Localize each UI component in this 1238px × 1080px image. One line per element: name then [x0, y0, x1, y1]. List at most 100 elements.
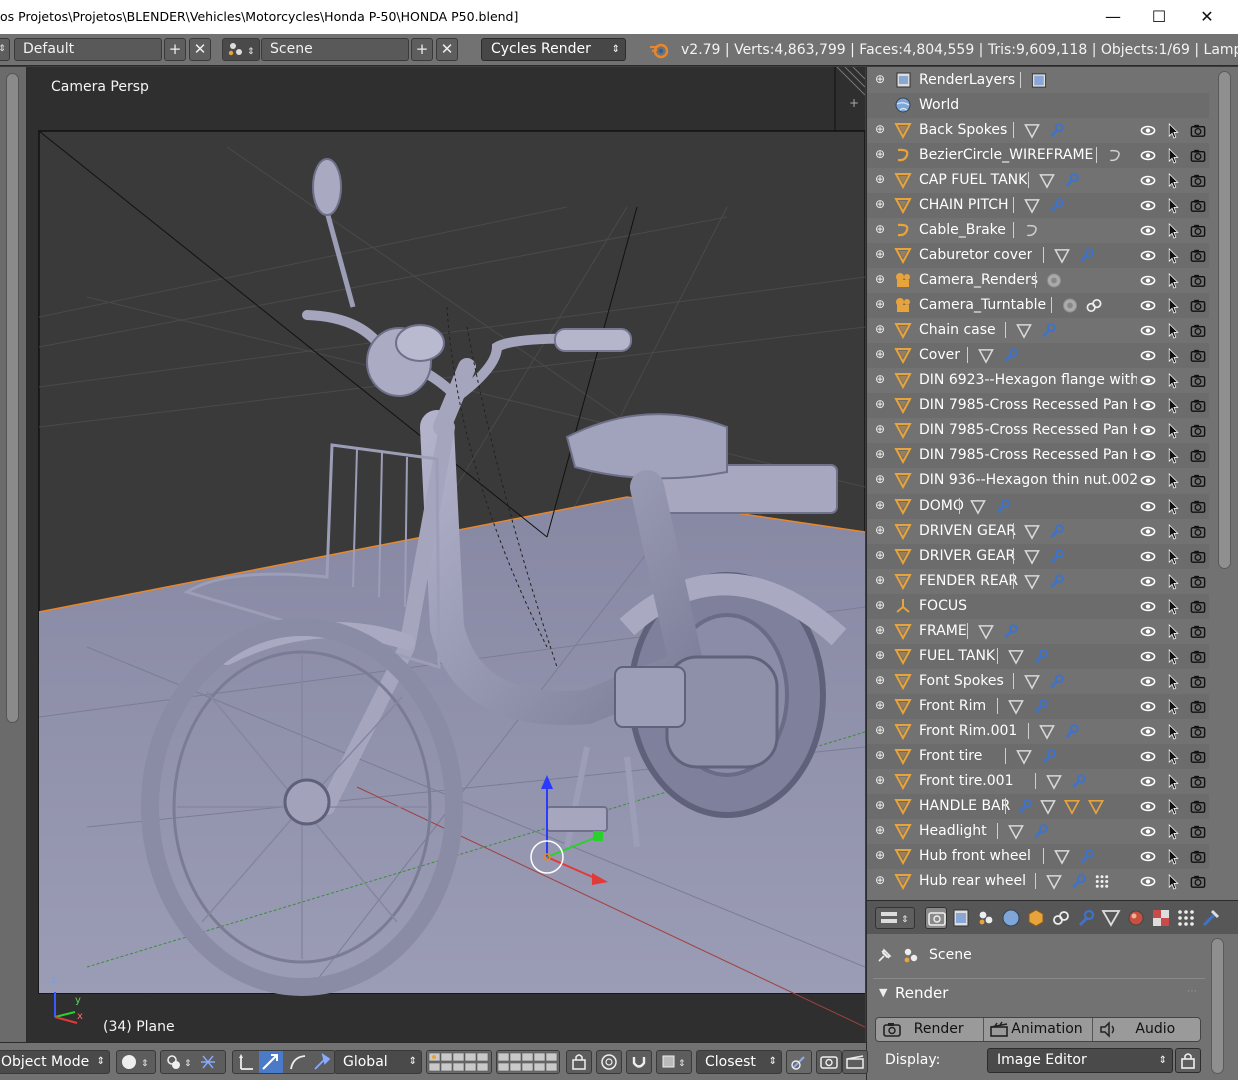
outliner-object-name[interactable]: DOMO: [919, 498, 964, 514]
audio-button[interactable]: Audio: [1092, 1018, 1200, 1041]
renderability-camera-icon[interactable]: [1189, 422, 1207, 439]
renderability-camera-icon[interactable]: [1189, 222, 1207, 239]
visibility-eye-icon[interactable]: [1139, 548, 1157, 565]
renderability-camera-icon[interactable]: [1189, 848, 1207, 865]
renderability-camera-icon[interactable]: [1189, 372, 1207, 389]
expand-toggle-icon[interactable]: ⊕: [875, 123, 887, 135]
scene-field[interactable]: Scene: [261, 38, 409, 61]
outliner-object-name[interactable]: DIN 7985-Cross Recessed Pan He: [919, 397, 1137, 413]
manipulator-toggles[interactable]: [232, 1050, 336, 1074]
outliner-object-name[interactable]: Headlight: [919, 823, 987, 839]
selectability-cursor-icon[interactable]: [1164, 247, 1182, 264]
selectability-cursor-icon[interactable]: [1164, 347, 1182, 364]
visibility-eye-icon[interactable]: [1139, 272, 1157, 289]
layer-buttons-1[interactable]: [426, 1050, 492, 1074]
expand-toggle-icon[interactable]: ⊕: [875, 624, 887, 636]
renderability-camera-icon[interactable]: [1189, 247, 1207, 264]
outliner-object-name[interactable]: Front tire: [919, 748, 982, 764]
selectability-cursor-icon[interactable]: [1164, 372, 1182, 389]
selectability-cursor-icon[interactable]: [1164, 122, 1182, 139]
expand-toggle-icon[interactable]: ⊕: [875, 599, 887, 611]
selectability-cursor-icon[interactable]: [1164, 498, 1182, 515]
outliner-row[interactable]: ⊕ FUEL TANK: [867, 643, 1209, 669]
outliner-scrollbar-thumb[interactable]: [1218, 71, 1231, 569]
renderability-camera-icon[interactable]: [1189, 748, 1207, 765]
renderability-camera-icon[interactable]: [1189, 197, 1207, 214]
renderability-camera-icon[interactable]: [1189, 798, 1207, 815]
scene-tab-button[interactable]: [975, 907, 997, 929]
snap-target-dropdown[interactable]: Closest ⇕: [696, 1050, 782, 1074]
outliner-object-name[interactable]: Front Rim: [919, 698, 986, 714]
renderability-camera-icon[interactable]: [1189, 297, 1207, 314]
selectability-cursor-icon[interactable]: [1164, 322, 1182, 339]
outliner-object-name[interactable]: RenderLayers: [919, 72, 1015, 88]
expand-toggle-icon[interactable]: ⊕: [875, 749, 887, 761]
selectability-cursor-icon[interactable]: [1164, 723, 1182, 740]
outliner-object-name[interactable]: DRIVER GEAR: [919, 548, 1015, 564]
expand-toggle-icon[interactable]: ⊕: [875, 73, 887, 85]
shading-dropdown[interactable]: ⇕: [116, 1050, 156, 1074]
renderability-camera-icon[interactable]: [1189, 397, 1207, 414]
visibility-eye-icon[interactable]: [1139, 397, 1157, 414]
outliner-object-name[interactable]: FOCUS: [919, 598, 967, 614]
expand-toggle-icon[interactable]: ⊕: [875, 223, 887, 235]
renderability-camera-icon[interactable]: [1189, 598, 1207, 615]
layer-buttons-2[interactable]: [496, 1050, 560, 1074]
outliner-object-name[interactable]: Cable_Brake: [919, 222, 1006, 238]
visibility-eye-icon[interactable]: [1139, 247, 1157, 264]
visibility-eye-icon[interactable]: [1139, 723, 1157, 740]
selectability-cursor-icon[interactable]: [1164, 147, 1182, 164]
outliner-row[interactable]: ⊕ DIN 7985-Cross Recessed Pan He: [867, 393, 1209, 419]
visibility-eye-icon[interactable]: [1139, 172, 1157, 189]
visibility-eye-icon[interactable]: [1139, 447, 1157, 464]
selectability-cursor-icon[interactable]: [1164, 798, 1182, 815]
renderability-camera-icon[interactable]: [1189, 548, 1207, 565]
outliner-object-name[interactable]: FRAME: [919, 623, 967, 639]
visibility-eye-icon[interactable]: [1139, 798, 1157, 815]
minimize-button[interactable]: —: [1090, 2, 1136, 30]
expand-toggle-icon[interactable]: ⊕: [875, 348, 887, 360]
outliner-object-name[interactable]: Caburetor cover: [919, 247, 1032, 263]
outliner-row[interactable]: ⊕ Front tire: [867, 743, 1209, 769]
selectability-cursor-icon[interactable]: [1164, 172, 1182, 189]
outliner-object-name[interactable]: Hub rear wheel: [919, 873, 1026, 889]
outliner-row[interactable]: ⊕ Camera_Renders: [867, 268, 1209, 293]
opengl-animation-button[interactable]: [842, 1050, 868, 1074]
renderability-camera-icon[interactable]: [1189, 823, 1207, 840]
render-button[interactable]: Render: [876, 1018, 985, 1041]
selectability-cursor-icon[interactable]: [1164, 823, 1182, 840]
outliner-object-name[interactable]: FUEL TANK: [919, 648, 995, 664]
visibility-eye-icon[interactable]: [1139, 748, 1157, 765]
pivot-dropdown[interactable]: ⇕: [160, 1050, 226, 1074]
visibility-eye-icon[interactable]: [1139, 848, 1157, 865]
visibility-eye-icon[interactable]: [1139, 147, 1157, 164]
expand-toggle-icon[interactable]: ⊕: [875, 298, 887, 310]
outliner-object-name[interactable]: DIN 6923--Hexagon flange with bo: [919, 372, 1137, 388]
editor-type-button[interactable]: ⇕: [875, 907, 915, 929]
selectability-cursor-icon[interactable]: [1164, 447, 1182, 465]
expand-toggle-icon[interactable]: ⊕: [875, 524, 887, 536]
visibility-eye-icon[interactable]: [1139, 823, 1157, 840]
screen-layout-field[interactable]: Default: [14, 38, 162, 61]
expand-toggle-icon[interactable]: ⊕: [875, 323, 887, 335]
outliner-row[interactable]: ⊕ Hub rear wheel: [867, 869, 1209, 894]
display-dropdown[interactable]: Image Editor ⇕: [987, 1048, 1173, 1073]
selectability-cursor-icon[interactable]: [1164, 523, 1182, 540]
selectability-cursor-icon[interactable]: [1164, 773, 1182, 790]
outliner-row[interactable]: ⊕ Cover: [867, 343, 1209, 369]
outliner-row[interactable]: ⊕ CHAIN PITCH: [867, 193, 1209, 219]
outliner-object-name[interactable]: BezierCircle_WIREFRAME: [919, 147, 1093, 163]
outliner-object-name[interactable]: Camera_Turntable: [919, 297, 1046, 313]
lock-interface-button[interactable]: [1175, 1048, 1201, 1073]
outliner-scrollbar-track[interactable]: [1210, 67, 1238, 900]
outliner-object-name[interactable]: HANDLE BAR: [919, 798, 1010, 814]
selectability-cursor-icon[interactable]: [1164, 548, 1182, 565]
selectability-cursor-icon[interactable]: [1164, 297, 1182, 314]
outliner-row[interactable]: ⊕ FENDER REAR: [867, 569, 1209, 594]
outliner-row[interactable]: ⊕ Caburetor cover: [867, 243, 1209, 269]
modifiers-tab-button[interactable]: [1075, 907, 1097, 929]
3d-viewport[interactable]: + z y x Camera Persp (34) Plane: [27, 67, 865, 1042]
material-tab-button[interactable]: [1125, 907, 1147, 929]
outliner-object-name[interactable]: Camera_Renders: [919, 272, 1038, 288]
outliner-object-name[interactable]: CHAIN PITCH: [919, 197, 1009, 213]
